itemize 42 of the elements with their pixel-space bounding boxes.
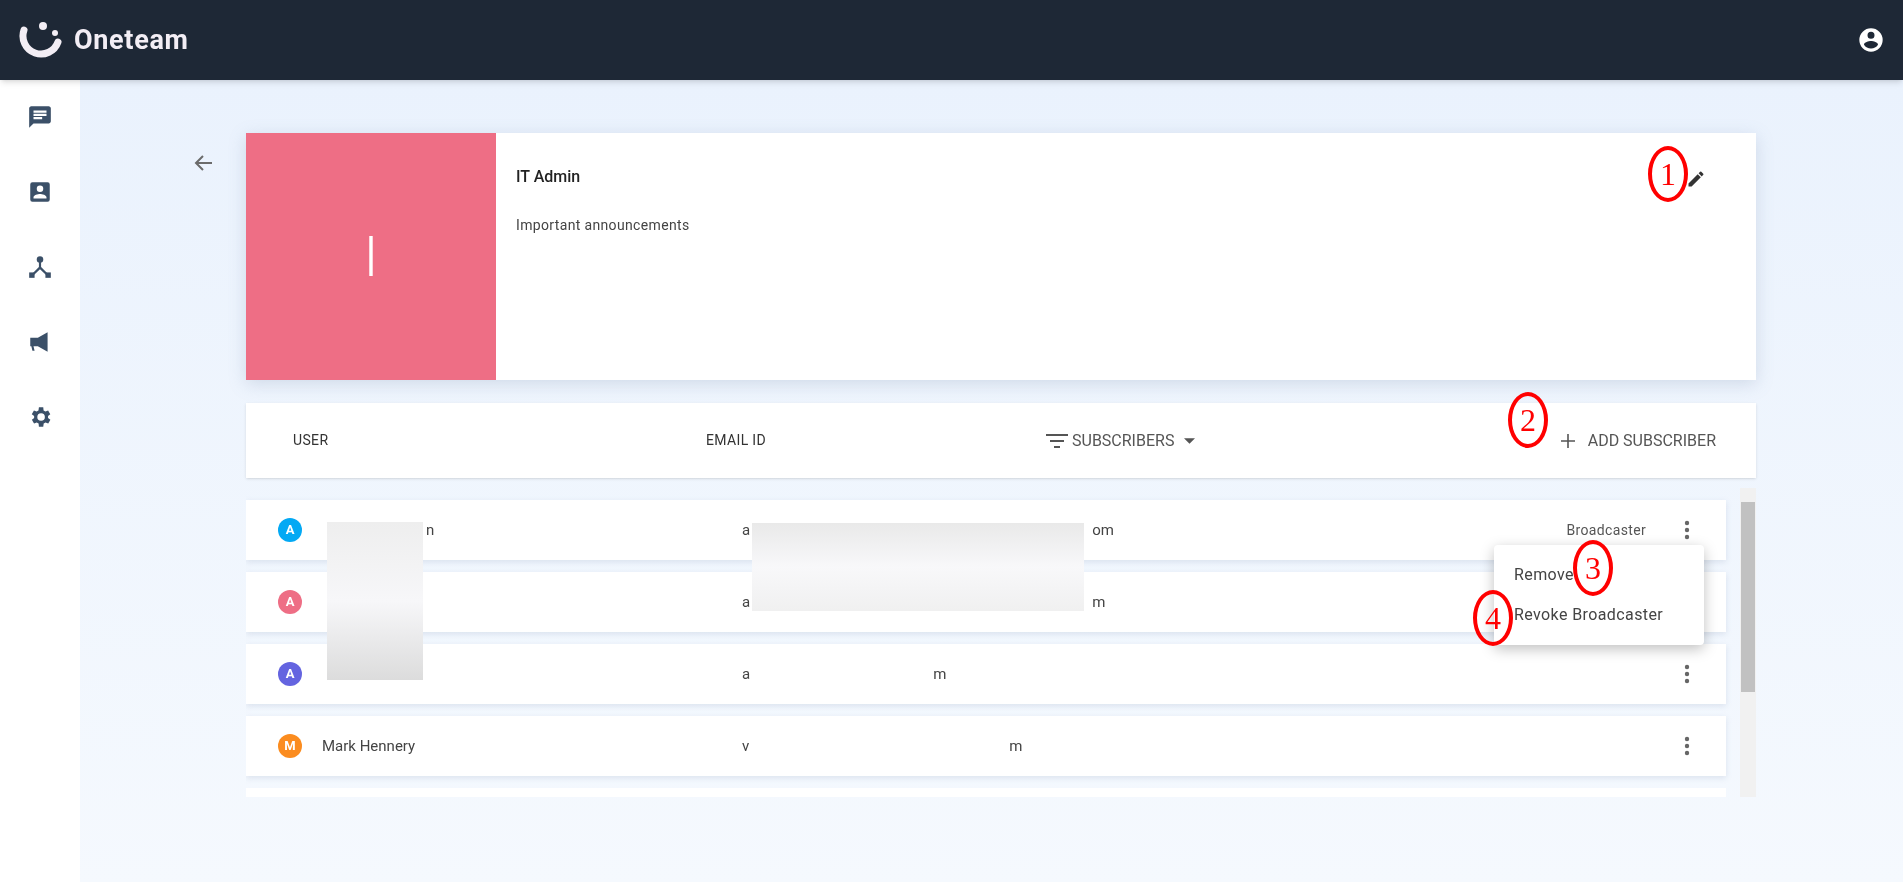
user-avatar: A <box>278 518 302 542</box>
user-avatar: A <box>278 662 302 686</box>
group-avatar: I <box>246 133 496 380</box>
user-avatar: A <box>278 590 302 614</box>
callout-number: 3 <box>1573 540 1613 596</box>
email-fragment: m <box>1009 735 1023 757</box>
more-options-icon[interactable] <box>1684 664 1691 684</box>
user-name: n <box>426 519 435 541</box>
subscribers-filter[interactable]: SUBSCRIBERS <box>1046 428 1196 453</box>
plus-icon <box>1559 432 1576 449</box>
user-name: Mark Hennery <box>322 735 416 757</box>
account-icon[interactable] <box>1857 26 1885 54</box>
email-fragment: m <box>1092 591 1106 613</box>
subscriber-row[interactable]: M Mark Hennery v m <box>246 716 1727 776</box>
email-fragment: a <box>742 591 751 613</box>
email-fragment: om <box>1092 519 1114 541</box>
email-fragment: a <box>742 519 751 541</box>
email-fragment: v <box>742 735 750 757</box>
group-description: Important announcements <box>516 216 691 235</box>
dropdown-caret-icon <box>1184 437 1196 444</box>
user-avatar: M <box>278 734 302 758</box>
group-title: IT Admin <box>516 166 581 188</box>
more-options-icon[interactable] <box>1684 736 1691 756</box>
column-header: EMAIL ID <box>706 432 767 448</box>
add-subscriber-button[interactable]: ADD SUBSCRIBER <box>1559 428 1716 453</box>
callout-number: 2 <box>1508 392 1548 448</box>
subscriber-row[interactable]: A a m <box>246 644 1727 704</box>
callout-number: 4 <box>1473 590 1513 646</box>
contact-card-icon[interactable] <box>27 179 53 205</box>
column-header: USER <box>293 432 329 448</box>
edit-icon[interactable] <box>1686 169 1706 189</box>
app-name: Oneteam <box>74 22 189 58</box>
chat-icon[interactable] <box>27 104 53 130</box>
email-fragment: m <box>933 663 947 685</box>
email-fragment: a <box>742 663 751 685</box>
callout-number: 1 <box>1648 146 1688 202</box>
logo-icon <box>18 20 64 60</box>
network-icon[interactable] <box>27 254 53 280</box>
filter-icon <box>1046 432 1068 449</box>
more-options-icon[interactable] <box>1684 520 1691 540</box>
scrollbar[interactable] <box>1740 488 1756 797</box>
role-label: Broadcaster <box>1566 520 1647 540</box>
